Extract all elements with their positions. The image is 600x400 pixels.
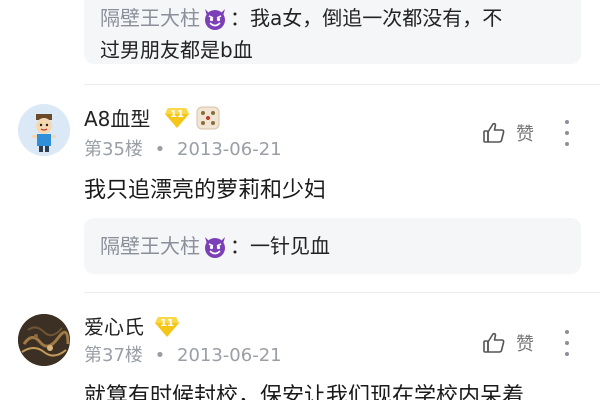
- reply-quote[interactable]: 隔壁王大柱 ： 一针见血: [84, 218, 581, 274]
- quote-text: 一针见血: [250, 234, 330, 258]
- post-meta: 第37楼 • 2013-06-21: [84, 344, 282, 368]
- devil-emoji-icon: [202, 5, 228, 31]
- floor-number: 第35楼: [84, 139, 143, 160]
- like-label: 赞: [516, 334, 534, 355]
- post-date: 2013-06-21: [177, 345, 282, 366]
- meta-dot: •: [154, 139, 166, 160]
- more-icon[interactable]: [560, 120, 574, 146]
- level-number: 11: [160, 318, 174, 329]
- username[interactable]: A8血型: [84, 106, 150, 132]
- divider: [84, 292, 600, 293]
- post-content: 就算有时候封校，保安让我们现在学校内呆着: [84, 384, 525, 400]
- post-content: 我只追漂亮的萝莉和少妇: [84, 178, 327, 203]
- meta-dot: •: [154, 345, 166, 366]
- avatar[interactable]: [18, 314, 70, 366]
- quote-separator: ：: [230, 234, 250, 258]
- username[interactable]: 爱心氏: [84, 314, 144, 340]
- reply-quote[interactable]: 隔壁王大柱 ： 我a女，倒追一次都没有，不 过男朋友都是b血: [84, 0, 581, 64]
- like-button[interactable]: 赞: [482, 330, 534, 356]
- quote-separator: ：: [230, 6, 250, 30]
- avatar[interactable]: [18, 104, 70, 156]
- thumbs-up-icon: [482, 331, 506, 355]
- level-badge-icon: 11: [154, 315, 180, 339]
- badge-row: 11: [154, 315, 180, 339]
- quote-text-line2: 过男朋友都是b血: [100, 38, 253, 62]
- more-icon[interactable]: [560, 330, 574, 356]
- quote-text-line1: 我a女，倒追一次都没有，不: [250, 6, 503, 30]
- post-meta: 第35楼 • 2013-06-21: [84, 138, 282, 162]
- badge-row: 11: [164, 106, 220, 130]
- thumbs-up-icon: [482, 121, 506, 145]
- thread-replies: 隔壁王大柱 ： 我a女，倒追一次都没有，不 过男朋友都是b血 A8血型 11 第…: [0, 0, 600, 400]
- devil-emoji-icon: [202, 233, 228, 259]
- level-badge-icon: 11: [164, 106, 190, 130]
- post-date: 2013-06-21: [177, 139, 282, 160]
- like-label: 赞: [516, 124, 534, 145]
- floor-number: 第37楼: [84, 345, 143, 366]
- dice-badge-icon: [196, 106, 220, 130]
- like-button[interactable]: 赞: [482, 120, 534, 146]
- divider: [84, 84, 600, 85]
- quote-author[interactable]: 隔壁王大柱: [100, 230, 200, 262]
- quote-author[interactable]: 隔壁王大柱: [100, 2, 200, 34]
- level-number: 11: [170, 109, 184, 120]
